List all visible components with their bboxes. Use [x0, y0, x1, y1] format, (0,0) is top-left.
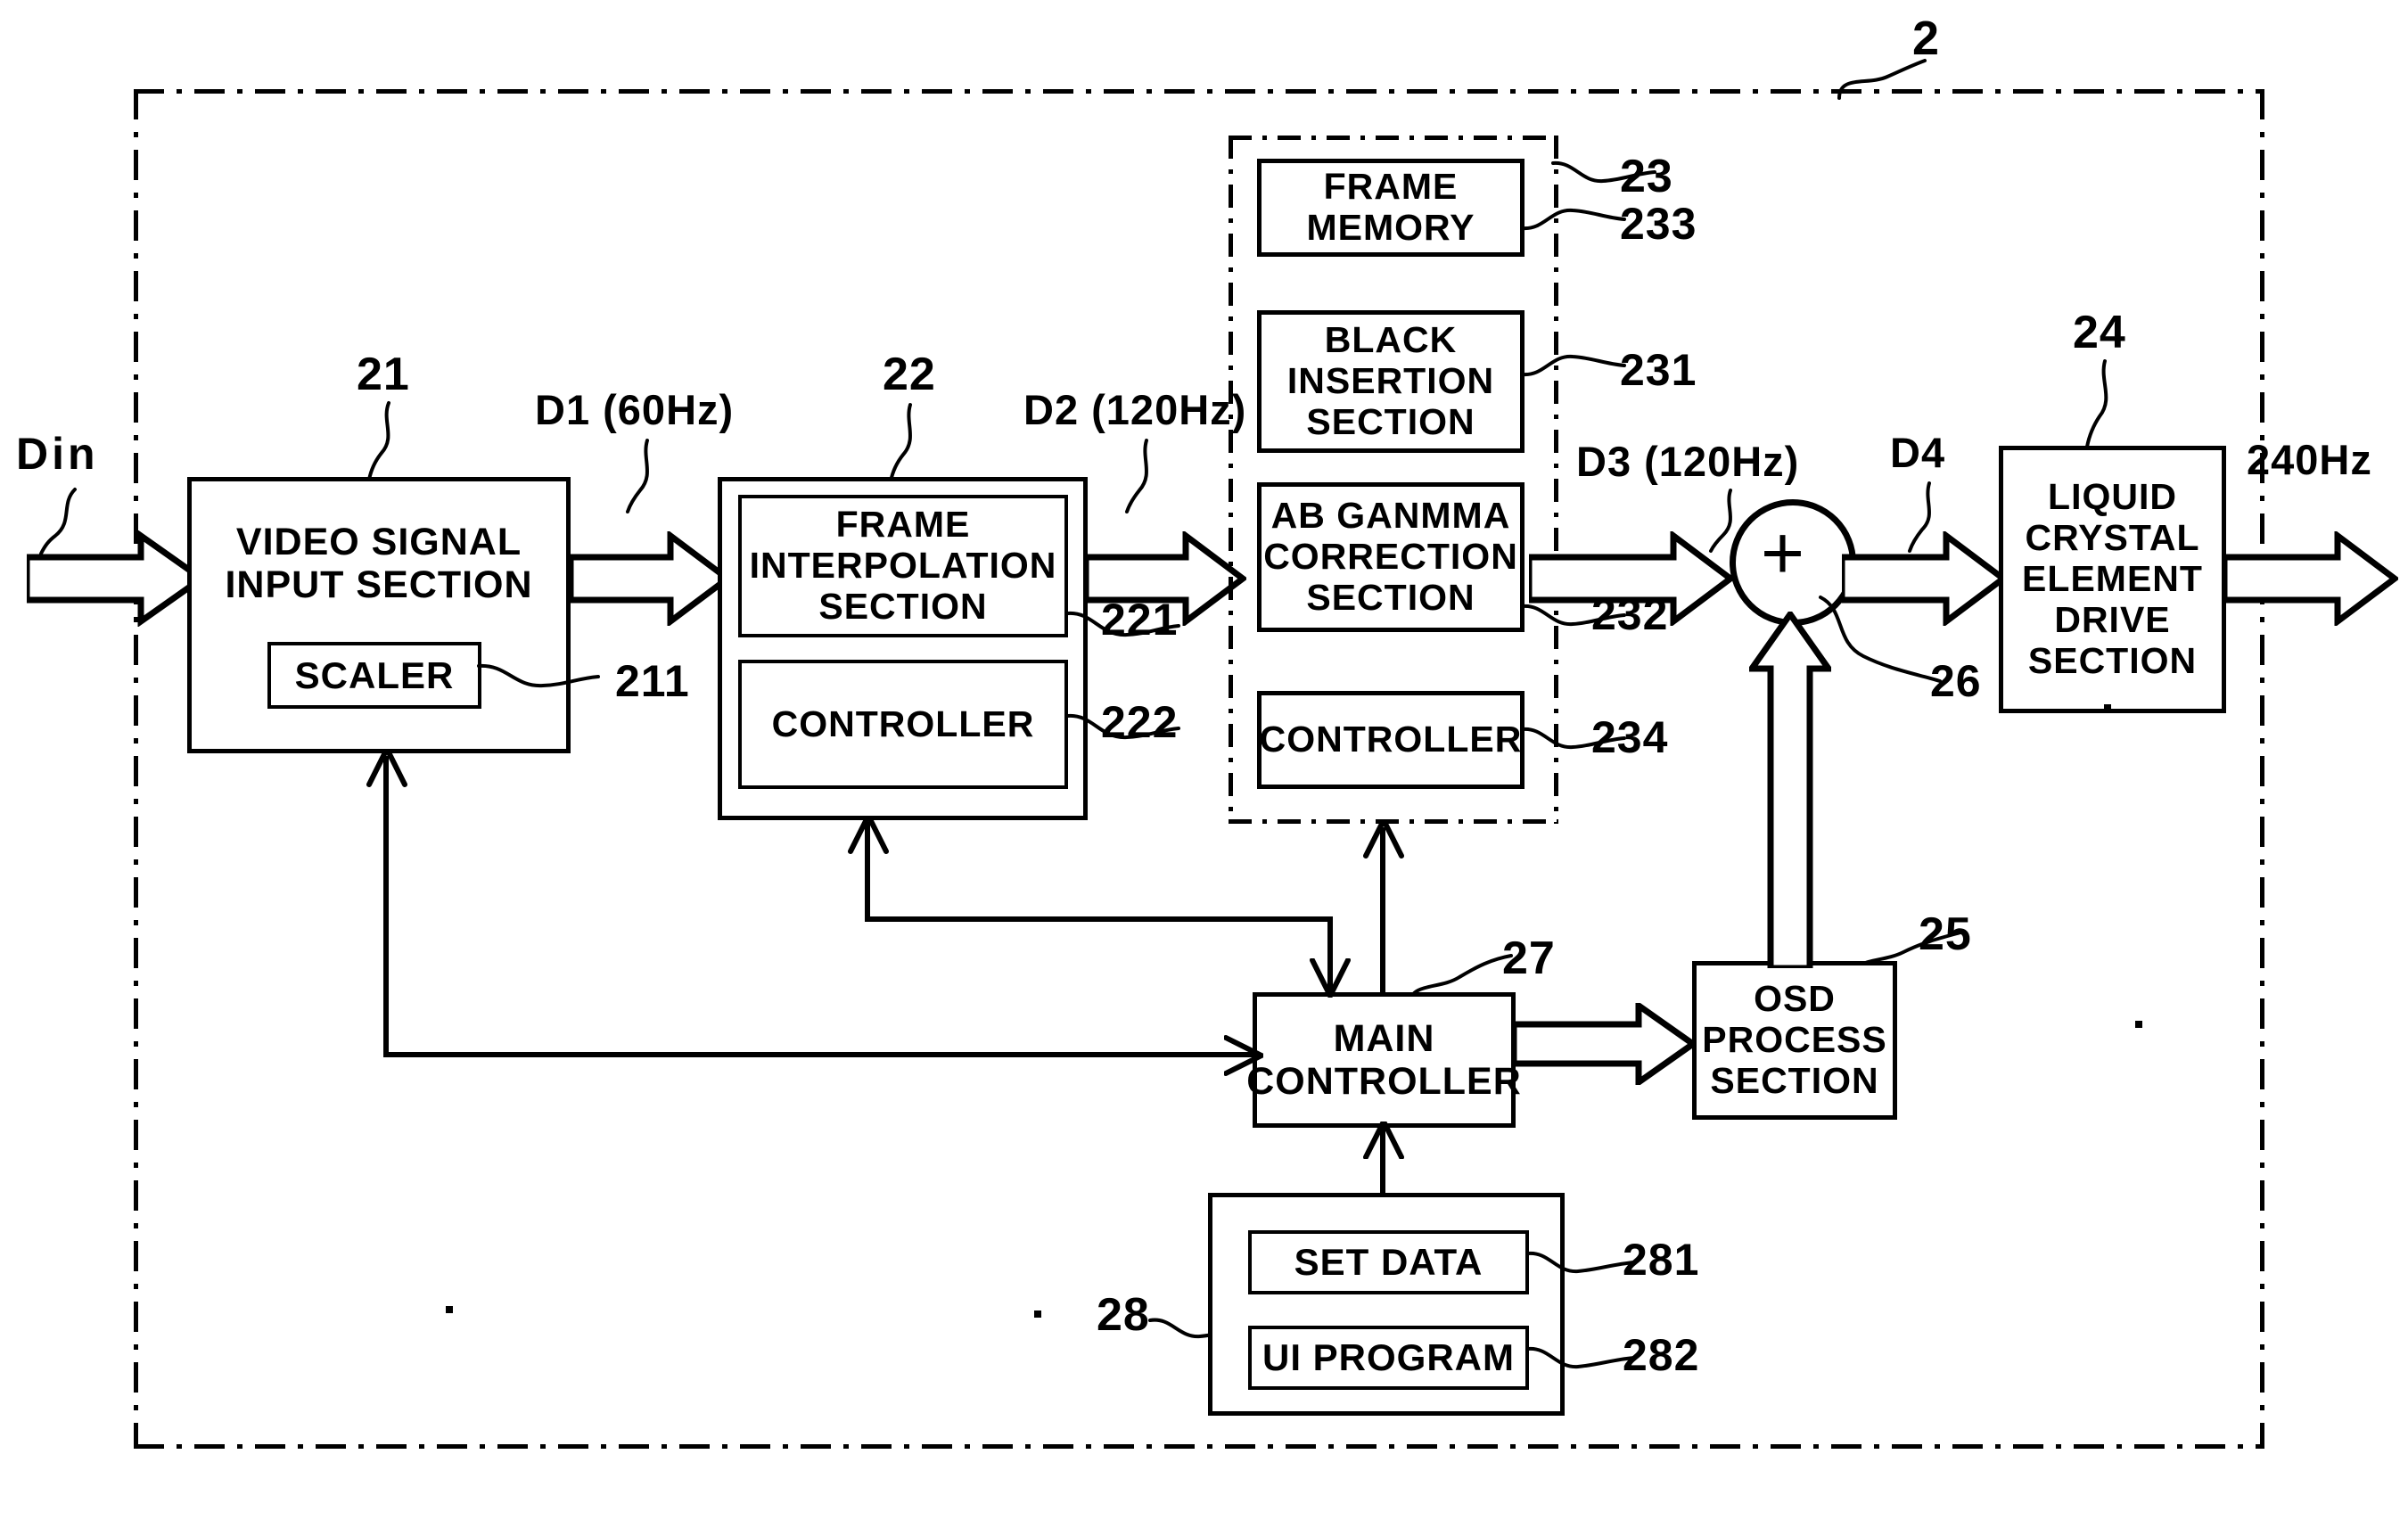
block-label-frame-memory: FRAME MEMORY: [1306, 166, 1475, 248]
line-mc-to-fi-horizontal: [865, 916, 1333, 922]
block-label-frame-interpolation-controller: CONTROLLER: [771, 702, 1035, 744]
block-video-signal-input-section[interactable]: VIDEO SIGNAL INPUT SECTION: [187, 477, 571, 753]
block-scaler[interactable]: SCALER: [267, 642, 481, 709]
block-set-data[interactable]: SET DATA: [1248, 1230, 1529, 1294]
block-label-black-insertion-section: BLACK INSERTION SECTION: [1286, 319, 1495, 442]
input-signal-label-din: Din: [16, 429, 99, 479]
block-osd-process-section[interactable]: OSD PROCESS SECTION: [1692, 961, 1897, 1120]
arrowhead-mc-input-left: [1224, 1035, 1263, 1076]
block-black-insertion-section[interactable]: BLACK INSERTION SECTION: [1257, 310, 1525, 453]
ref-label-24: 24: [2073, 307, 2126, 358]
artifact-dot-4: [1034, 1310, 1041, 1318]
output-signal-label-240hz: 240Hz: [2247, 436, 2372, 483]
leader-ref-22: [878, 403, 928, 483]
ref-label-211: 211: [615, 656, 690, 706]
ref-label-25: 25: [1919, 908, 1972, 960]
arrow-main-controller-to-osd: [1514, 1003, 1697, 1085]
arrowhead-to-video-input-section: [366, 749, 407, 787]
block-label-osd-process-section: OSD PROCESS SECTION: [1702, 978, 1887, 1101]
ref-label-282: 282: [1623, 1330, 1700, 1380]
arrowhead-to-block23-controller: [1363, 820, 1404, 859]
block-label-ab-gamma-correction-section: AB GANMMA CORRECTION SECTION: [1263, 495, 1518, 618]
arrowhead-storage-to-main-controller: [1363, 1122, 1404, 1159]
ref-label-21: 21: [357, 349, 410, 400]
artifact-dot-3: [446, 1306, 453, 1313]
artifact-dot-1: [2104, 704, 2111, 711]
ref-label-222: 222: [1101, 697, 1179, 747]
leader-ref-211: [477, 655, 602, 698]
line-mc-feedback-vertical: [383, 756, 389, 1056]
block-label-ui-program: UI PROGRAM: [1262, 1336, 1515, 1379]
ref-label-234: 234: [1591, 712, 1669, 762]
signal-label-d4: D4: [1890, 429, 1946, 476]
leader-d1: [615, 439, 665, 514]
block-frame-interpolation-section[interactable]: FRAME INTERPOLATION SECTION: [738, 495, 1068, 637]
block-label-video-signal-input-section: VIDEO SIGNAL INPUT SECTION: [225, 521, 533, 607]
ref-label-231: 231: [1620, 345, 1697, 395]
block-label-frame-interpolation-section: FRAME INTERPOLATION SECTION: [749, 504, 1057, 627]
block-main-controller[interactable]: MAIN CONTROLLER: [1246, 992, 1521, 1128]
leader-ref-231: [1521, 349, 1628, 389]
block-black-insertion-controller[interactable]: CONTROLLER: [1257, 691, 1525, 789]
outer-system-boundary: [134, 89, 2264, 1449]
leader-ref-21: [355, 401, 408, 481]
leader-ref-281: [1526, 1246, 1638, 1286]
block-ui-program[interactable]: UI PROGRAM: [1248, 1326, 1529, 1390]
leader-ref-24: [2073, 359, 2123, 448]
patent-figure-canvas: 2 Din 21 VIDEO SIGNAL INPUT SECTION SCAL…: [0, 0, 2408, 1520]
leader-ref-282: [1526, 1342, 1638, 1381]
adder-plus-symbol: +: [1761, 511, 1806, 595]
block-liquid-crystal-element-drive-section[interactable]: LIQUID CRYSTAL ELEMENT DRIVE SECTION: [1999, 446, 2226, 713]
arrow-osd-to-adder: [1749, 612, 1831, 968]
line-mc-feedback-horizontal: [383, 1052, 1257, 1057]
arrow-adder-to-lcd-drive: [1842, 531, 2007, 626]
arrow-frame-interp-to-black-insertion-group: [1086, 531, 1246, 626]
arrowhead-to-frame-interp-controller: [848, 816, 889, 854]
arrow-block23-to-adder: [1529, 531, 1734, 626]
ref-label-26: 26: [1930, 656, 1982, 706]
ref-label-2: 2: [1912, 12, 1941, 65]
signal-label-d3: D3 (120Hz): [1576, 438, 1800, 485]
ref-label-28: 28: [1097, 1289, 1150, 1341]
block-frame-interpolation-controller[interactable]: CONTROLLER: [738, 660, 1068, 789]
ref-label-23: 23: [1620, 151, 1673, 202]
block-label-main-controller: MAIN CONTROLLER: [1246, 1016, 1522, 1103]
block-label-scaler: SCALER: [294, 653, 455, 696]
signal-label-d1: D1 (60Hz): [535, 386, 735, 433]
block-label-liquid-crystal-element-drive-section: LIQUID CRYSTAL ELEMENT DRIVE SECTION: [2022, 476, 2203, 681]
block-label-set-data: SET DATA: [1294, 1241, 1483, 1284]
ref-label-22: 22: [883, 349, 936, 400]
arrow-lcd-drive-output: [2224, 531, 2398, 626]
ref-label-281: 281: [1623, 1235, 1700, 1285]
leader-ref-233: [1521, 203, 1628, 242]
signal-label-d2: D2 (120Hz): [1023, 386, 1247, 433]
leader-d2: [1114, 439, 1164, 514]
ref-label-233: 233: [1620, 199, 1697, 249]
block-label-black-insertion-controller: CONTROLLER: [1259, 719, 1523, 760]
arrow-video-input-to-frame-interp: [571, 531, 731, 626]
arrow-din-to-video-input: [27, 530, 205, 627]
block-frame-memory[interactable]: FRAME MEMORY: [1257, 159, 1525, 257]
block-ab-gamma-correction-section[interactable]: AB GANMMA CORRECTION SECTION: [1257, 482, 1525, 632]
arrowhead-mc-input-top-left: [1310, 958, 1351, 998]
artifact-dot-2: [2135, 1021, 2142, 1028]
